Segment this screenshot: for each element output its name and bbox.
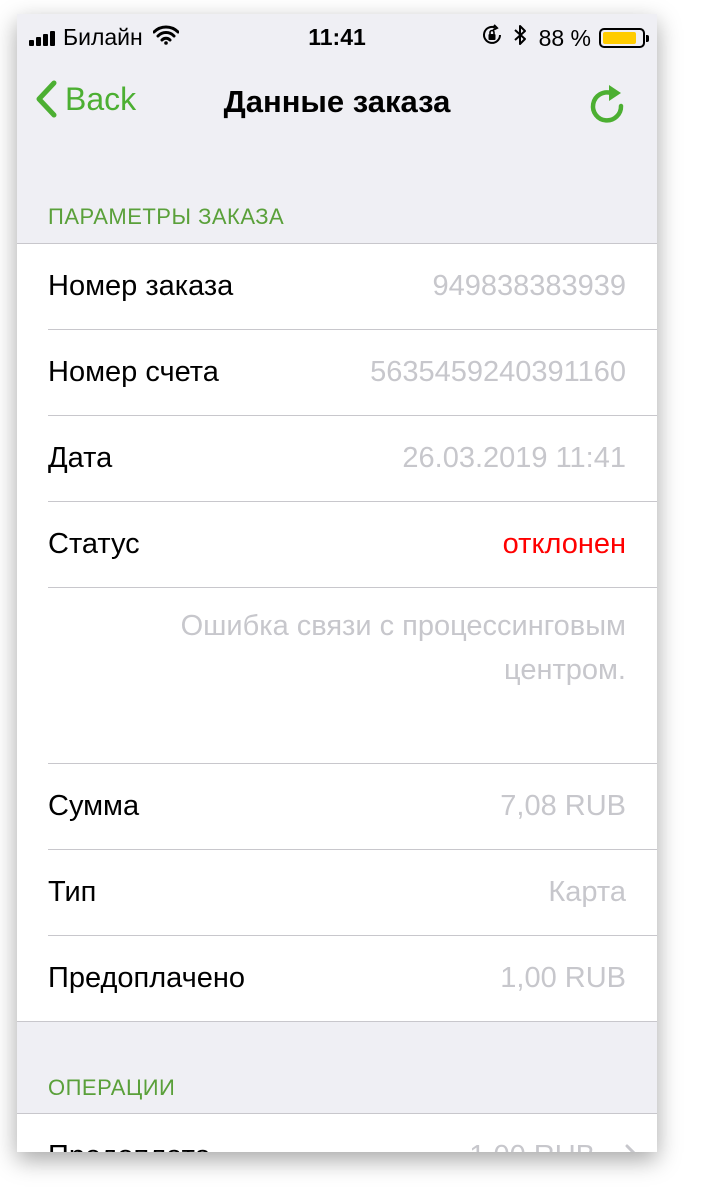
type-row: Тип Карта bbox=[48, 850, 657, 936]
phone-screen: Билайн 11:41 88 % Back Данные заказа ПАР… bbox=[17, 14, 657, 1152]
date-value: 26.03.2019 11:41 bbox=[402, 442, 626, 474]
navigation-bar: Back Данные заказа bbox=[17, 58, 657, 146]
refresh-button[interactable] bbox=[589, 82, 629, 129]
amount-value: 7,08 RUB bbox=[500, 790, 626, 822]
row-label: Сумма bbox=[48, 790, 140, 822]
row-label: Дата bbox=[48, 442, 113, 474]
operation-amount-value: 1,00 RUB bbox=[469, 1140, 595, 1152]
row-label: Предоплачено bbox=[48, 962, 246, 994]
section-header-operations: ОПЕРАЦИИ bbox=[48, 1075, 176, 1100]
bluetooth-icon bbox=[513, 24, 527, 52]
status-bar: Билайн 11:41 88 % bbox=[17, 14, 657, 58]
status-error-message: Ошибка связи с процессинговым центром. bbox=[180, 610, 626, 686]
account-number-row: Номер счета 5635459240391160 bbox=[48, 330, 657, 416]
amount-row: Сумма 7,08 RUB bbox=[48, 764, 657, 850]
order-params-group: Номер заказа 949838383939 Номер счета 56… bbox=[17, 243, 657, 1022]
row-label: Статус bbox=[48, 528, 140, 560]
row-label: Предоплата bbox=[48, 1140, 211, 1152]
status-row: Статус отклонен bbox=[48, 502, 657, 588]
section-header-order-params: ПАРАМЕТРЫ ЗАКАЗА bbox=[48, 204, 285, 229]
order-number-value: 949838383939 bbox=[432, 270, 626, 302]
status-bar-right: 88 % bbox=[481, 24, 649, 52]
order-number-row: Номер заказа 949838383939 bbox=[48, 244, 657, 330]
status-note-row: Ошибка связи с процессинговым центром. bbox=[48, 588, 657, 764]
type-value: Карта bbox=[548, 876, 626, 908]
prepaid-row: Предоплачено 1,00 RUB bbox=[48, 936, 657, 1021]
page-title: Данные заказа bbox=[223, 84, 451, 119]
account-number-value: 5635459240391160 bbox=[370, 356, 626, 388]
battery-fill bbox=[603, 32, 637, 44]
rotation-lock-icon bbox=[481, 24, 503, 52]
row-label: Номер счета bbox=[48, 356, 219, 388]
refresh-icon bbox=[590, 85, 624, 123]
battery-icon bbox=[599, 28, 649, 48]
prepaid-value: 1,00 RUB bbox=[500, 962, 626, 994]
chevron-right-icon bbox=[625, 1144, 636, 1152]
operation-row[interactable]: Предоплата 1,00 RUB bbox=[48, 1114, 657, 1152]
date-row: Дата 26.03.2019 11:41 bbox=[48, 416, 657, 502]
status-value: отклонен bbox=[502, 528, 626, 560]
operations-group: Предоплата 1,00 RUB bbox=[17, 1113, 657, 1152]
row-label: Номер заказа bbox=[48, 270, 234, 302]
battery-percent: 88 % bbox=[538, 24, 591, 51]
row-label: Тип bbox=[48, 876, 97, 908]
